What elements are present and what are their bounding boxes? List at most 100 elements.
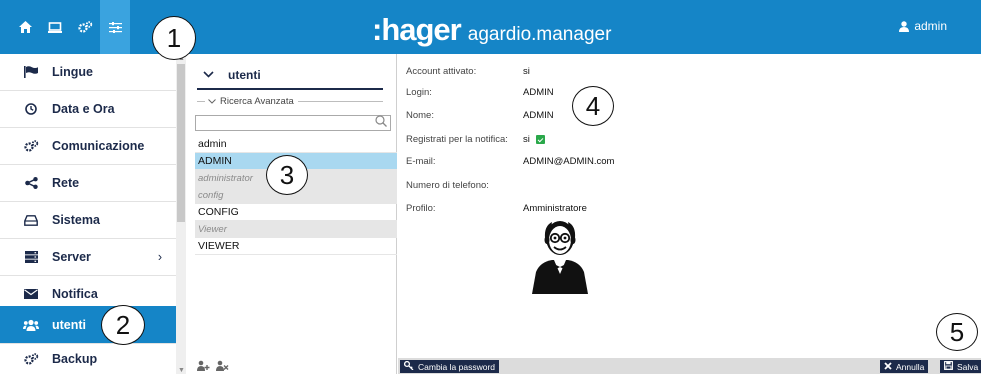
envelope-icon: [18, 289, 44, 299]
gears-icon: [18, 139, 44, 153]
search-icon[interactable]: [375, 115, 387, 130]
list-item[interactable]: admin: [195, 136, 397, 153]
sidebar-item-label: Comunicazione: [52, 139, 145, 153]
group-header: Viewer: [195, 221, 397, 238]
sidebar-item-label: Backup: [52, 352, 98, 366]
divider: [197, 100, 205, 102]
list-item-label: VIEWER: [198, 240, 240, 252]
account-active-label: Account attivato:: [406, 66, 477, 77]
home-icon[interactable]: [10, 0, 40, 54]
login-value: ADMIN: [523, 87, 554, 98]
sidebar-scrollbar[interactable]: ▲ ▼: [176, 54, 186, 374]
product-name: agardio.manager: [467, 24, 612, 45]
login-label: Login:: [406, 87, 432, 98]
account-active-value: si: [523, 66, 530, 77]
user-list-panel: utenti Ricerca Avanzata admin ADMIN admi…: [187, 54, 397, 374]
sidebar: Lingue Data e Ora Comunicazione Rete Sis…: [0, 54, 186, 374]
list-item-label: ADMIN: [198, 155, 232, 167]
change-password-button[interactable]: Cambia la password: [400, 360, 500, 373]
sidebar-item-rete[interactable]: Rete: [0, 165, 176, 202]
sidebar-item-label: Notifica: [52, 287, 98, 301]
chevron-right-icon: ›: [157, 250, 162, 264]
hdd-icon: [18, 214, 44, 226]
notification-value-row: si: [523, 134, 545, 145]
sidebar-item-sistema[interactable]: Sistema: [0, 202, 176, 239]
monitor-icon[interactable]: [40, 0, 70, 54]
scroll-down-icon[interactable]: ▼: [178, 367, 185, 374]
callout-4: 4: [572, 86, 614, 126]
key-icon: [403, 360, 414, 372]
name-value: ADMIN: [523, 110, 554, 121]
scrollbar-thumb[interactable]: [177, 64, 185, 222]
chevron-down-icon: [208, 96, 216, 107]
save-label: Salva: [957, 361, 979, 372]
notification-label: Registrati per la notifica:: [406, 134, 508, 145]
flag-icon: [18, 66, 44, 78]
remove-user-icon[interactable]: [216, 360, 229, 374]
list-actions: [197, 360, 229, 374]
email-label: E-mail:: [406, 156, 436, 167]
sidebar-item-data-e-ora[interactable]: Data e Ora: [0, 91, 176, 128]
cancel-button[interactable]: Annulla: [880, 360, 929, 373]
cancel-label: Annulla: [896, 361, 925, 372]
callout-3: 3: [266, 155, 308, 195]
callout-2: 2: [101, 305, 145, 345]
sidebar-item-server[interactable]: Server ›: [0, 239, 176, 276]
list-item-label: CONFIG: [198, 206, 239, 218]
close-icon: [884, 361, 892, 372]
user-detail-panel: Account attivato: si Login: ADMIN Nome: …: [398, 54, 981, 374]
change-password-label: Cambia la password: [418, 361, 496, 372]
sidebar-item-label: Rete: [52, 176, 80, 190]
callout-5: 5: [936, 313, 978, 351]
notification-value: si: [523, 134, 530, 145]
sidebar-item-label: Server: [52, 250, 91, 264]
floppy-icon: [944, 361, 953, 372]
user-list-header[interactable]: utenti: [197, 62, 383, 90]
list-item[interactable]: CONFIG: [195, 204, 397, 221]
server-icon: [18, 251, 44, 263]
advanced-search-label: Ricerca Avanzata: [220, 95, 294, 107]
gears-icon[interactable]: [70, 0, 100, 54]
hager-logo: :hager: [372, 12, 462, 47]
group-label: administrator: [198, 172, 253, 184]
edit-check-icon[interactable]: [535, 134, 545, 144]
sliders-icon[interactable]: [100, 0, 130, 54]
email-value: ADMIN@ADMIN.com: [523, 156, 615, 167]
user-menu[interactable]: admin: [899, 19, 947, 33]
sidebar-item-backup[interactable]: Backup: [0, 344, 176, 374]
group-label: config: [198, 189, 224, 201]
divider: [297, 100, 383, 102]
sidebar-item-label: utenti: [52, 317, 87, 332]
bottom-toolbar: Cambia la password Annulla Salva: [398, 358, 981, 374]
advanced-search-toggle[interactable]: Ricerca Avanzata: [197, 94, 383, 108]
add-user-icon[interactable]: [197, 360, 210, 374]
user-icon: [899, 20, 910, 32]
callout-1: 1: [152, 16, 196, 60]
sidebar-item-lingue[interactable]: Lingue: [0, 54, 176, 91]
save-button[interactable]: Salva: [940, 360, 981, 373]
user-name: admin: [914, 19, 947, 33]
chevron-down-icon: [203, 69, 214, 81]
profile-value: Amministratore: [523, 203, 587, 214]
gears-icon: [18, 352, 44, 366]
group-label: Viewer: [198, 223, 227, 235]
brand: :hager agardio.manager: [372, 12, 611, 48]
top-nav: [10, 0, 130, 54]
sidebar-item-label: Sistema: [52, 213, 100, 227]
users-icon: [18, 319, 44, 331]
share-icon: [18, 177, 44, 189]
clock-icon: [18, 103, 44, 115]
list-item-label: admin: [198, 138, 227, 150]
phone-label: Numero di telefono:: [406, 180, 489, 191]
list-item[interactable]: VIEWER: [195, 238, 397, 255]
sidebar-item-label: Lingue: [52, 65, 93, 79]
top-bar: :hager agardio.manager admin: [0, 0, 981, 54]
sidebar-item-label: Data e Ora: [52, 102, 115, 116]
profile-label: Profilo:: [406, 203, 436, 214]
user-search-input[interactable]: [195, 115, 391, 131]
sidebar-item-utenti[interactable]: utenti: [0, 306, 176, 344]
sidebar-item-comunicazione[interactable]: Comunicazione: [0, 128, 176, 165]
name-label: Nome:: [406, 110, 434, 121]
user-list-title: utenti: [228, 68, 261, 82]
administrator-avatar-icon: [530, 216, 590, 296]
